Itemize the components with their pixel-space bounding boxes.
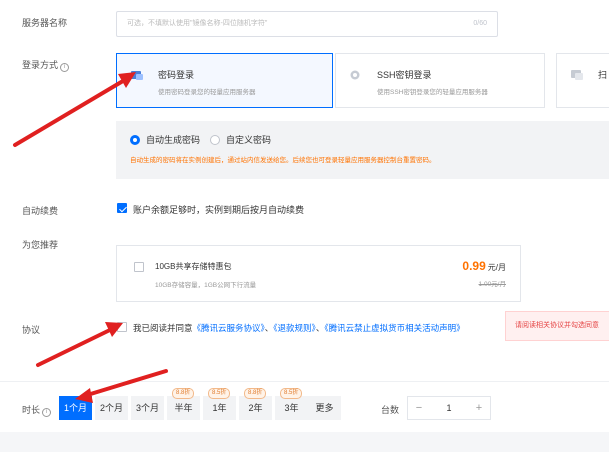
quantity-value[interactable]: 1 — [430, 403, 468, 413]
agreement-prefix: 我已阅读并同意 — [133, 323, 193, 333]
recommend-title: 10GB共享存储特惠包 — [155, 262, 232, 271]
link-refund-rules[interactable]: 《退款规则》 — [273, 323, 316, 333]
login-method-label-text: 登录方式 — [22, 60, 59, 70]
arrow-to-password-login — [13, 76, 130, 147]
server-name-counter: 0/60 — [473, 20, 487, 27]
radio-dot-selected[interactable] — [130, 134, 140, 145]
recommend-old-price: 1.00元/月 — [478, 281, 506, 288]
radio-label: 自动生成密码 — [146, 135, 201, 145]
duration-option-more[interactable]: 更多 — [308, 396, 341, 420]
recommend-label: 为您推荐 — [22, 240, 59, 250]
recommend-desc: 10GB存储容量，1GB公网下行流量 — [155, 282, 257, 289]
auto-renew-checkbox[interactable] — [117, 203, 127, 213]
duration-option-1m[interactable]: 1个月 — [59, 396, 92, 420]
quantity-label: 台数 — [381, 405, 400, 415]
price-value: 0.99 — [462, 259, 486, 273]
link-crypto-statement[interactable]: 《腾讯云禁止虚拟货币相关活动声明》 — [324, 323, 464, 333]
login-method-label: 登录方式 i — [22, 58, 70, 72]
arrow-to-agreement — [36, 326, 116, 367]
server-name-placeholder: 可选，不填默认使用"镜像名称-四位随机字符" — [127, 20, 268, 27]
duration-option-6m[interactable]: 半年 — [167, 396, 200, 420]
server-name-label: 服务器名称 — [22, 18, 68, 28]
duration-option-2m[interactable]: 2个月 — [95, 396, 128, 420]
agreement-text: 我已阅读并同意《腾讯云服务协议》、《退款规则》、《腾讯云禁止虚拟货币相关活动声明… — [133, 322, 465, 334]
login-card-ssh[interactable]: SSH密钥登录 使用SSH密钥登录您的轻量应用服务器 — [335, 53, 545, 108]
duration-label: 时长 i — [22, 403, 52, 417]
radio-dot[interactable] — [210, 134, 220, 145]
login-card-title: SSH密钥登录 — [377, 70, 432, 80]
login-card-password[interactable]: 密码登录 使用密码登录您的轻量应用服务器 — [116, 53, 333, 108]
discount-badge: 8.5折 — [208, 388, 231, 399]
login-card-title: 密码登录 — [158, 70, 195, 80]
quantity-stepper[interactable]: − 1 + — [407, 396, 491, 420]
radio-auto-password[interactable]: 自动生成密码 — [130, 133, 200, 146]
radio-custom-password[interactable]: 自定义密码 — [210, 133, 271, 146]
discount-badge: 8.8折 — [244, 388, 267, 399]
password-note: 自动生成的密码将在实例创建后，通过站内信发送给您。后续您也可登录轻量应用服务器控… — [130, 157, 436, 164]
password-login-icon — [131, 71, 143, 80]
minus-icon[interactable]: − — [408, 402, 430, 414]
duration-option-3m[interactable]: 3个月 — [131, 396, 164, 420]
login-card-desc: 使用SSH密钥登录您的轻量应用服务器 — [377, 89, 488, 96]
recommend-card[interactable]: 10GB共享存储特惠包 10GB存储容量，1GB公网下行流量 0.99 元/月 1… — [116, 245, 521, 302]
duration-option-1y[interactable]: 1年 — [203, 396, 236, 420]
bottom-strip — [0, 432, 609, 452]
agreement-label: 协议 — [22, 325, 41, 335]
login-card-desc: 使用密码登录您的轻量应用服务器 — [158, 89, 256, 96]
agreement-warning: 请阅读相关协议并勾选同意 — [505, 311, 609, 341]
link-service-agreement[interactable]: 《腾讯云服务协议》 — [193, 323, 265, 333]
auto-renew-label: 自动续费 — [22, 206, 59, 216]
info-icon[interactable]: i — [42, 408, 52, 417]
discount-badge: 8.8折 — [172, 388, 195, 399]
radio-label: 自定义密码 — [226, 135, 272, 145]
price-unit: 元/月 — [487, 263, 506, 272]
agreement-checkbox[interactable] — [117, 322, 127, 332]
recommend-checkbox[interactable] — [134, 262, 144, 272]
password-options-panel: 自动生成密码 自定义密码 自动生成的密码将在实例创建后，通过站内信发送给您。后续… — [116, 121, 609, 179]
duration-option-3y[interactable]: 3年 — [275, 396, 308, 420]
login-card-title: 扫 — [598, 70, 608, 80]
info-icon[interactable]: i — [60, 63, 70, 72]
duration-option-2y[interactable]: 2年 — [239, 396, 272, 420]
discount-badge: 8.5折 — [280, 388, 303, 399]
plus-icon[interactable]: + — [468, 402, 490, 414]
recommend-price: 0.99 元/月 — [462, 259, 506, 273]
ssh-key-icon — [350, 70, 360, 80]
scan-login-icon — [571, 70, 583, 80]
auto-renew-text: 账户余额足够时，实例到期后按月自动续费 — [133, 205, 305, 215]
server-name-input[interactable]: 可选，不填默认使用"镜像名称-四位随机字符" 0/60 — [116, 11, 498, 37]
login-card-scan[interactable]: 扫 — [556, 53, 609, 108]
duration-label-text: 时长 — [22, 405, 41, 415]
